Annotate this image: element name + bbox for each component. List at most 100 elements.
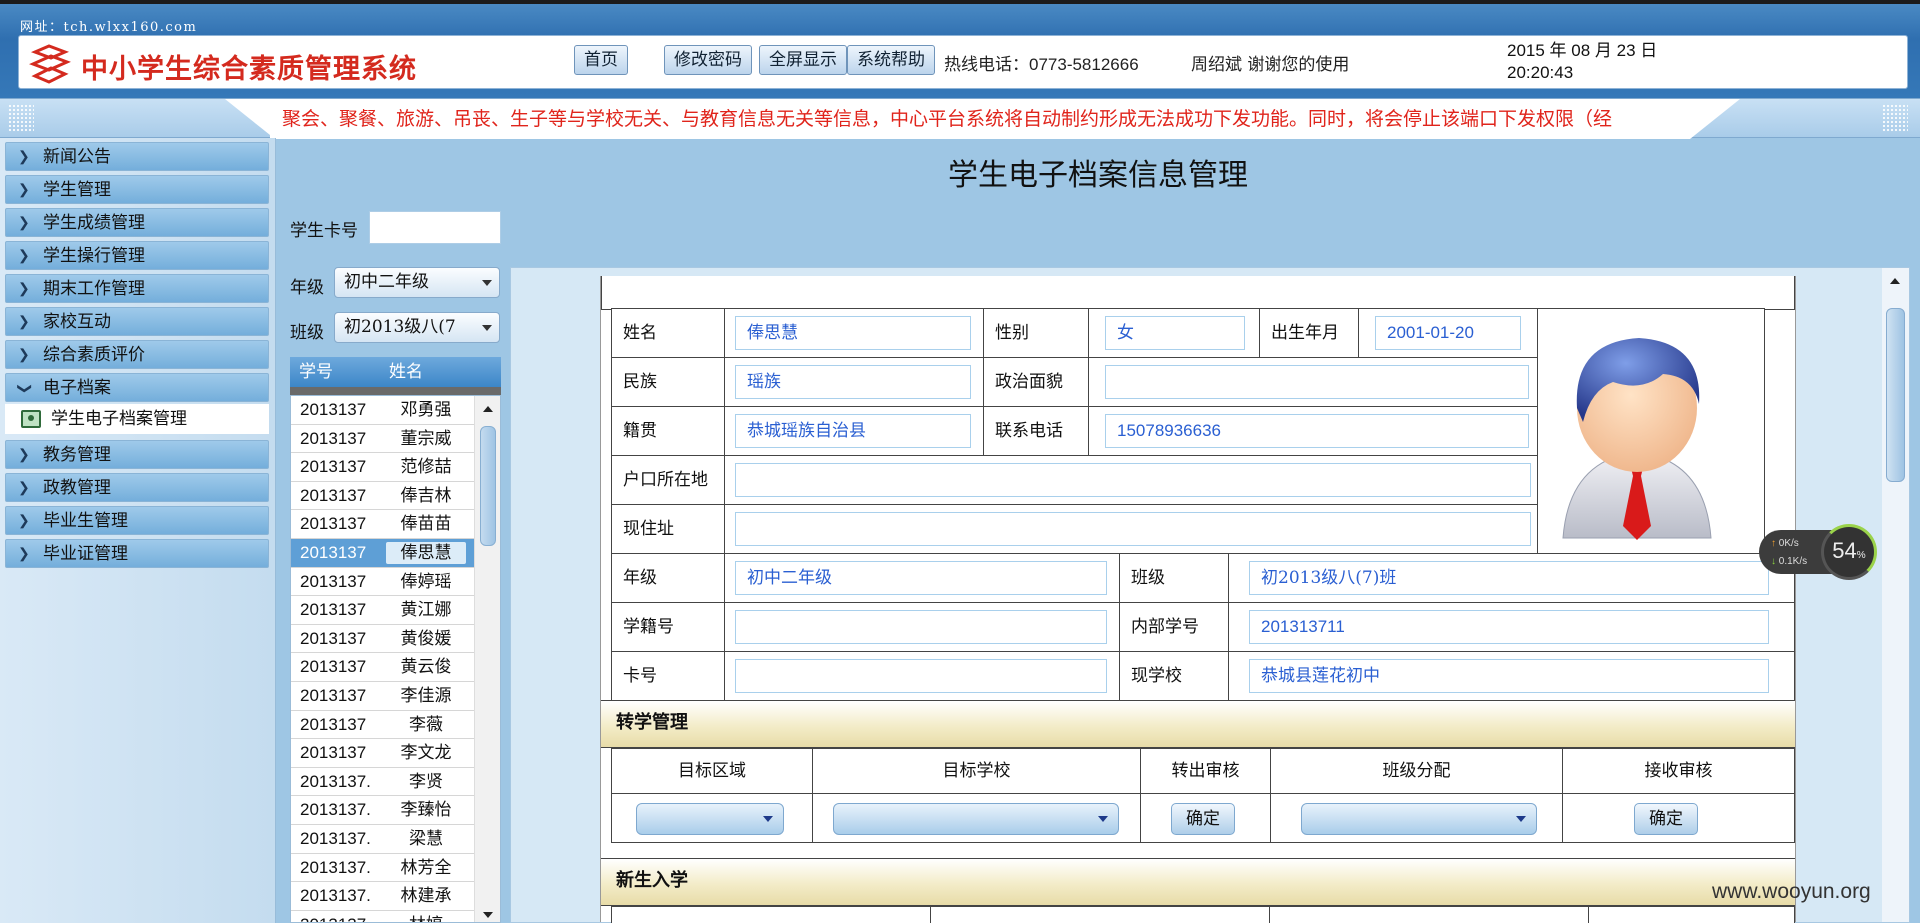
menu-item-conduct[interactable]: ❯ 学生操行管理 bbox=[5, 241, 269, 270]
school-field[interactable]: 恭城县莲花初中 bbox=[1249, 659, 1769, 693]
ethnic-field[interactable]: 瑶族 bbox=[735, 365, 971, 399]
class-label: 班级 bbox=[290, 323, 324, 343]
menu-item-students[interactable]: ❯ 学生管理 bbox=[5, 175, 269, 204]
chevron-right-icon: ❯ bbox=[18, 314, 30, 330]
student-name: 林建承 bbox=[400, 886, 452, 907]
fullscreen-button[interactable]: 全屏显示 bbox=[759, 45, 847, 75]
dropdown-arrow-icon bbox=[1098, 816, 1108, 822]
student-row[interactable]: 2013137 黄俊媛 bbox=[291, 625, 474, 654]
address-field[interactable] bbox=[735, 512, 1531, 546]
student-row[interactable]: 2013137 董宗威 bbox=[291, 425, 474, 454]
internal-id-field[interactable]: 201313711 bbox=[1249, 610, 1769, 644]
grade-field[interactable]: 初中二年级 bbox=[735, 561, 1107, 595]
grade-select[interactable]: 初中二年级 bbox=[334, 267, 500, 298]
menu-item-home-school[interactable]: ❯ 家校互动 bbox=[5, 307, 269, 336]
time-text: 20:20:43 bbox=[1507, 63, 1574, 82]
gender-field[interactable]: 女 bbox=[1105, 316, 1245, 350]
student-row[interactable]: 2013137 俸吉林 bbox=[291, 482, 474, 511]
student-id: 2013137. bbox=[300, 829, 371, 848]
chevron-right-icon: ❯ bbox=[18, 480, 30, 496]
student-id: 2013137 bbox=[300, 428, 367, 448]
menu-item-grades[interactable]: ❯ 学生成绩管理 bbox=[5, 208, 269, 237]
menu-item-term-end[interactable]: ❯ 期末工作管理 bbox=[5, 274, 269, 303]
scroll-thumb[interactable] bbox=[1886, 308, 1905, 482]
phone-field[interactable]: 15078936636 bbox=[1105, 414, 1529, 448]
upload-speed: ↑ 0K/s bbox=[1771, 538, 1799, 549]
transfer-section-title: 转学管理 bbox=[601, 700, 1795, 748]
class-field[interactable]: 初2013级八(7)班 bbox=[1249, 561, 1769, 595]
student-list: 2013137 邓勇强 2013137 董宗威 2013137 范修喆 2013137 俸吉林… bbox=[290, 395, 501, 923]
student-row[interactable]: 2013137 俸婷瑶 bbox=[291, 568, 474, 597]
watermark: www.wooyun.org bbox=[1712, 880, 1871, 903]
column-header-name[interactable]: 姓名 bbox=[389, 357, 423, 387]
sheet-top-row bbox=[601, 276, 1795, 310]
transfer-header-out-review: 转出审核 bbox=[1140, 748, 1271, 794]
name-field[interactable]: 俸思慧 bbox=[735, 316, 971, 350]
scroll-up-icon[interactable] bbox=[483, 406, 493, 412]
cell-political bbox=[1088, 357, 1538, 407]
menu-item-news[interactable]: ❯ 新闻公告 bbox=[5, 142, 269, 171]
scroll-down-icon[interactable] bbox=[483, 912, 493, 918]
logo-icon bbox=[29, 44, 71, 84]
student-row[interactable]: 2013137 俸苗苗 bbox=[291, 510, 474, 539]
enroll-section-title: 新生入学 bbox=[601, 858, 1795, 906]
student-row[interactable]: 2013137 范修喆 bbox=[291, 453, 474, 482]
student-name: 范修喆 bbox=[400, 457, 452, 478]
menu-item-archives[interactable]: ❯ 电子档案 bbox=[5, 373, 269, 402]
political-field[interactable] bbox=[1105, 365, 1529, 399]
net-speed-widget[interactable]: ↑ 0K/s ↓ 0.1K/s 54% bbox=[1759, 524, 1877, 582]
hukou-field[interactable] bbox=[735, 463, 1531, 497]
home-button[interactable]: 首页 bbox=[574, 45, 628, 75]
enroll-table-cell bbox=[930, 906, 1270, 923]
detail-panel-scrollbar[interactable] bbox=[1882, 268, 1909, 922]
birth-field[interactable]: 2001-01-20 bbox=[1375, 316, 1521, 350]
app-header: 网址：tch.wlxx160.com 中小学生综合素质管理系统 首页 修改密码 … bbox=[0, 0, 1920, 98]
student-row[interactable]: 2013137 林婷 bbox=[291, 911, 474, 922]
student-row[interactable]: 2013137. 林芳全 bbox=[291, 854, 474, 883]
menu-subitem-archive-management[interactable]: 学生电子档案管理 bbox=[5, 404, 269, 434]
student-name: 邓勇强 bbox=[400, 400, 452, 420]
student-row[interactable]: 2013137. 林建承 bbox=[291, 882, 474, 911]
student-row[interactable]: 2013137. 梁慧 bbox=[291, 825, 474, 854]
target-school-select[interactable] bbox=[833, 803, 1119, 835]
roll-field[interactable] bbox=[735, 610, 1107, 644]
menu-item-political[interactable]: ❯ 政教管理 bbox=[5, 473, 269, 502]
native-field[interactable]: 恭城瑶族自治县 bbox=[735, 414, 971, 448]
change-password-button[interactable]: 修改密码 bbox=[664, 45, 752, 75]
menu-item-evaluation[interactable]: ❯ 综合素质评价 bbox=[5, 340, 269, 369]
in-review-confirm-button[interactable]: 确定 bbox=[1634, 803, 1698, 835]
student-name: 李佳源 bbox=[400, 686, 452, 706]
student-row[interactable]: 2013137 俸思慧 bbox=[291, 539, 474, 568]
card-number-input[interactable] bbox=[369, 211, 501, 244]
scroll-up-icon[interactable] bbox=[1890, 278, 1900, 284]
student-name: 李薇 bbox=[409, 714, 443, 735]
student-list-scrollbar[interactable] bbox=[474, 396, 500, 922]
label-phone: 联系电话 bbox=[983, 406, 1089, 456]
student-row[interactable]: 2013137 李佳源 bbox=[291, 682, 474, 711]
column-header-id[interactable]: 学号 bbox=[299, 357, 333, 387]
out-review-confirm-button[interactable]: 确定 bbox=[1171, 803, 1235, 835]
chevron-right-icon: ❯ bbox=[18, 248, 30, 264]
cell-roll bbox=[724, 602, 1120, 652]
student-row[interactable]: 2013137 黄江娜 bbox=[291, 596, 474, 625]
header-panel: 中小学生综合素质管理系统 首页 修改密码 全屏显示 系统帮助 热线电话：0773… bbox=[18, 35, 1908, 89]
chevron-right-icon: ❯ bbox=[18, 215, 30, 231]
class-assign-select[interactable] bbox=[1301, 803, 1537, 835]
student-row[interactable]: 2013137 黄云俊 bbox=[291, 653, 474, 682]
menu-item-diplomas[interactable]: ❯ 毕业证管理 bbox=[5, 539, 269, 568]
scroll-thumb[interactable] bbox=[480, 426, 496, 546]
student-row[interactable]: 2013137. 李贤 bbox=[291, 768, 474, 797]
help-button[interactable]: 系统帮助 bbox=[847, 45, 935, 75]
student-row[interactable]: 2013137 李薇 bbox=[291, 711, 474, 740]
notice-bar-edge-right bbox=[1690, 99, 1740, 139]
student-row[interactable]: 2013137 李文龙 bbox=[291, 739, 474, 768]
target-region-select[interactable] bbox=[636, 803, 784, 835]
cell-phone: 15078936636 bbox=[1088, 406, 1538, 456]
card-field[interactable] bbox=[735, 659, 1107, 693]
class-select[interactable]: 初2013级八(7 bbox=[334, 312, 500, 343]
student-row[interactable]: 2013137. 李臻怡 bbox=[291, 796, 474, 825]
student-row[interactable]: 2013137 邓勇强 bbox=[291, 396, 474, 425]
menu-item-academic[interactable]: ❯ 教务管理 bbox=[5, 440, 269, 469]
menu-item-graduates[interactable]: ❯ 毕业生管理 bbox=[5, 506, 269, 535]
dropdown-arrow-icon bbox=[482, 325, 492, 331]
